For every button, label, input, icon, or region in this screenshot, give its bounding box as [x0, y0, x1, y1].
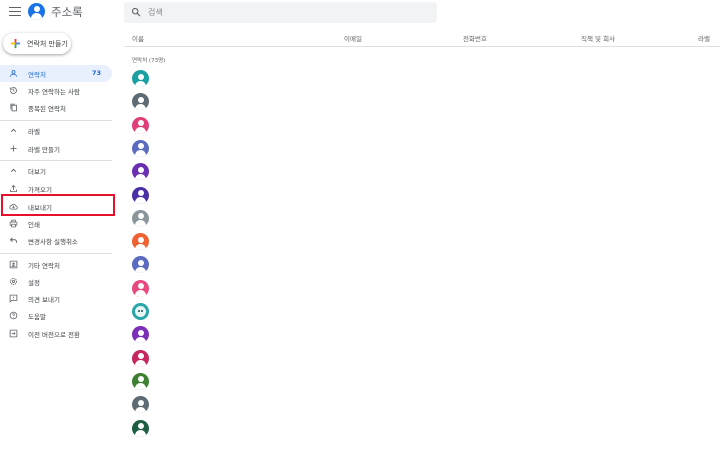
contacts-count: 73 [91, 69, 101, 77]
gear-icon [10, 278, 17, 285]
sidebar-item-label: 인쇄 [28, 221, 40, 229]
column-header-name[interactable]: 이름 [132, 33, 144, 43]
plus-icon [10, 38, 21, 49]
help-icon [9, 311, 18, 320]
exit-icon [9, 329, 18, 338]
contact-avatar[interactable] [132, 303, 149, 320]
header-divider [124, 46, 720, 47]
column-header-job[interactable]: 직책 및 회사 [581, 33, 615, 43]
person-icon [10, 70, 17, 77]
sidebar-divider [0, 120, 112, 121]
plus-icon [10, 145, 17, 152]
search-box[interactable] [124, 2, 437, 23]
sidebar-item-label: 도움말 [28, 313, 46, 321]
sidebar-item-duplicates[interactable]: 중복된 연락처 [0, 99, 112, 116]
contact-avatar[interactable] [132, 233, 149, 251]
sidebar-item-label: 자주 연락하는 사람 [28, 88, 80, 96]
top-bar: 주소록 [0, 0, 720, 26]
contact-avatar[interactable] [132, 349, 149, 367]
create-contact-button[interactable]: 연락처 만들기 [3, 33, 71, 54]
column-header-label[interactable]: 라벨 [698, 33, 710, 43]
copy-icon [10, 103, 17, 112]
feedback-icon [9, 294, 18, 303]
sidebar-item-label: 의견 보내기 [28, 296, 60, 304]
contact-avatar[interactable] [132, 256, 149, 274]
contact-box-icon [9, 260, 18, 269]
sidebar-section-more[interactable]: 더보기 [0, 162, 112, 179]
upload-icon [10, 184, 17, 192]
sidebar-item-label: 중복된 연락처 [28, 105, 66, 113]
sidebar-item-feedback[interactable]: 의견 보내기 [0, 290, 112, 307]
contact-avatar[interactable] [132, 209, 149, 227]
sidebar-section-labels[interactable]: 라벨 [0, 122, 112, 139]
sidebar-item-label: 이전 버전으로 전환 [28, 331, 80, 339]
sidebar-item-label: 변경사항 실행취소 [28, 238, 78, 246]
contacts-logo [28, 3, 45, 20]
sidebar-item-label: 라벨 [28, 128, 40, 136]
sidebar-divider [0, 160, 112, 161]
contact-avatar[interactable] [132, 93, 149, 111]
contact-avatar[interactable] [132, 163, 149, 181]
sidebar-item-label: 가져오기 [28, 186, 52, 194]
sidebar-item-help[interactable]: 도움말 [0, 307, 112, 324]
contact-avatar[interactable] [132, 326, 149, 344]
history-icon [9, 87, 17, 94]
contact-avatar[interactable] [132, 186, 149, 204]
sidebar-item-create-label[interactable]: 라벨 만들기 [0, 140, 112, 157]
contact-avatar[interactable] [132, 372, 149, 390]
sidebar-item-contacts[interactable]: 연락처 73 [0, 65, 112, 82]
sidebar-item-switch-classic[interactable]: 이전 버전으로 전환 [0, 325, 112, 342]
search-input[interactable] [148, 5, 428, 20]
column-header-phone[interactable]: 전화번호 [463, 33, 487, 43]
search-icon [131, 7, 141, 17]
sidebar-item-label: 더보기 [28, 168, 46, 176]
contact-avatar[interactable] [132, 396, 149, 414]
contacts-app: 주소록 연락처 만들기 연락처 73 자주 연락하는 사람 중복된 연락처 라벨 [0, 0, 720, 452]
contact-avatar[interactable] [132, 279, 149, 297]
sidebar-item-label: 연락처 [28, 71, 46, 79]
contact-avatar[interactable] [132, 116, 149, 134]
sidebar-item-other-contacts[interactable]: 기타 연락처 [0, 256, 112, 273]
undo-icon [9, 237, 17, 243]
sidebar-item-settings[interactable]: 설정 [0, 273, 112, 290]
print-icon [9, 219, 18, 228]
contact-avatar[interactable] [132, 70, 149, 87]
app-title: 주소록 [51, 5, 83, 19]
chevron-up-icon [10, 128, 17, 132]
sidebar-divider [0, 253, 112, 254]
sidebar-item-label: 기타 연락처 [28, 262, 60, 270]
export-highlight-box [1, 194, 115, 216]
sidebar-item-print[interactable]: 인쇄 [0, 215, 112, 232]
contact-avatar[interactable] [132, 419, 149, 437]
contacts-section-label: 연락처 (73명) [132, 58, 166, 64]
sidebar-item-label: 설정 [28, 279, 40, 287]
column-header-email[interactable]: 이메일 [344, 33, 362, 43]
sidebar-item-label: 라벨 만들기 [28, 146, 60, 154]
sidebar-item-frequent[interactable]: 자주 연락하는 사람 [0, 82, 112, 99]
sidebar-item-undo[interactable]: 변경사항 실행취소 [0, 232, 112, 249]
chevron-up-icon [10, 168, 17, 172]
contact-avatar[interactable] [132, 139, 149, 157]
menu-icon[interactable] [9, 7, 21, 17]
create-contact-label: 연락처 만들기 [27, 40, 68, 48]
